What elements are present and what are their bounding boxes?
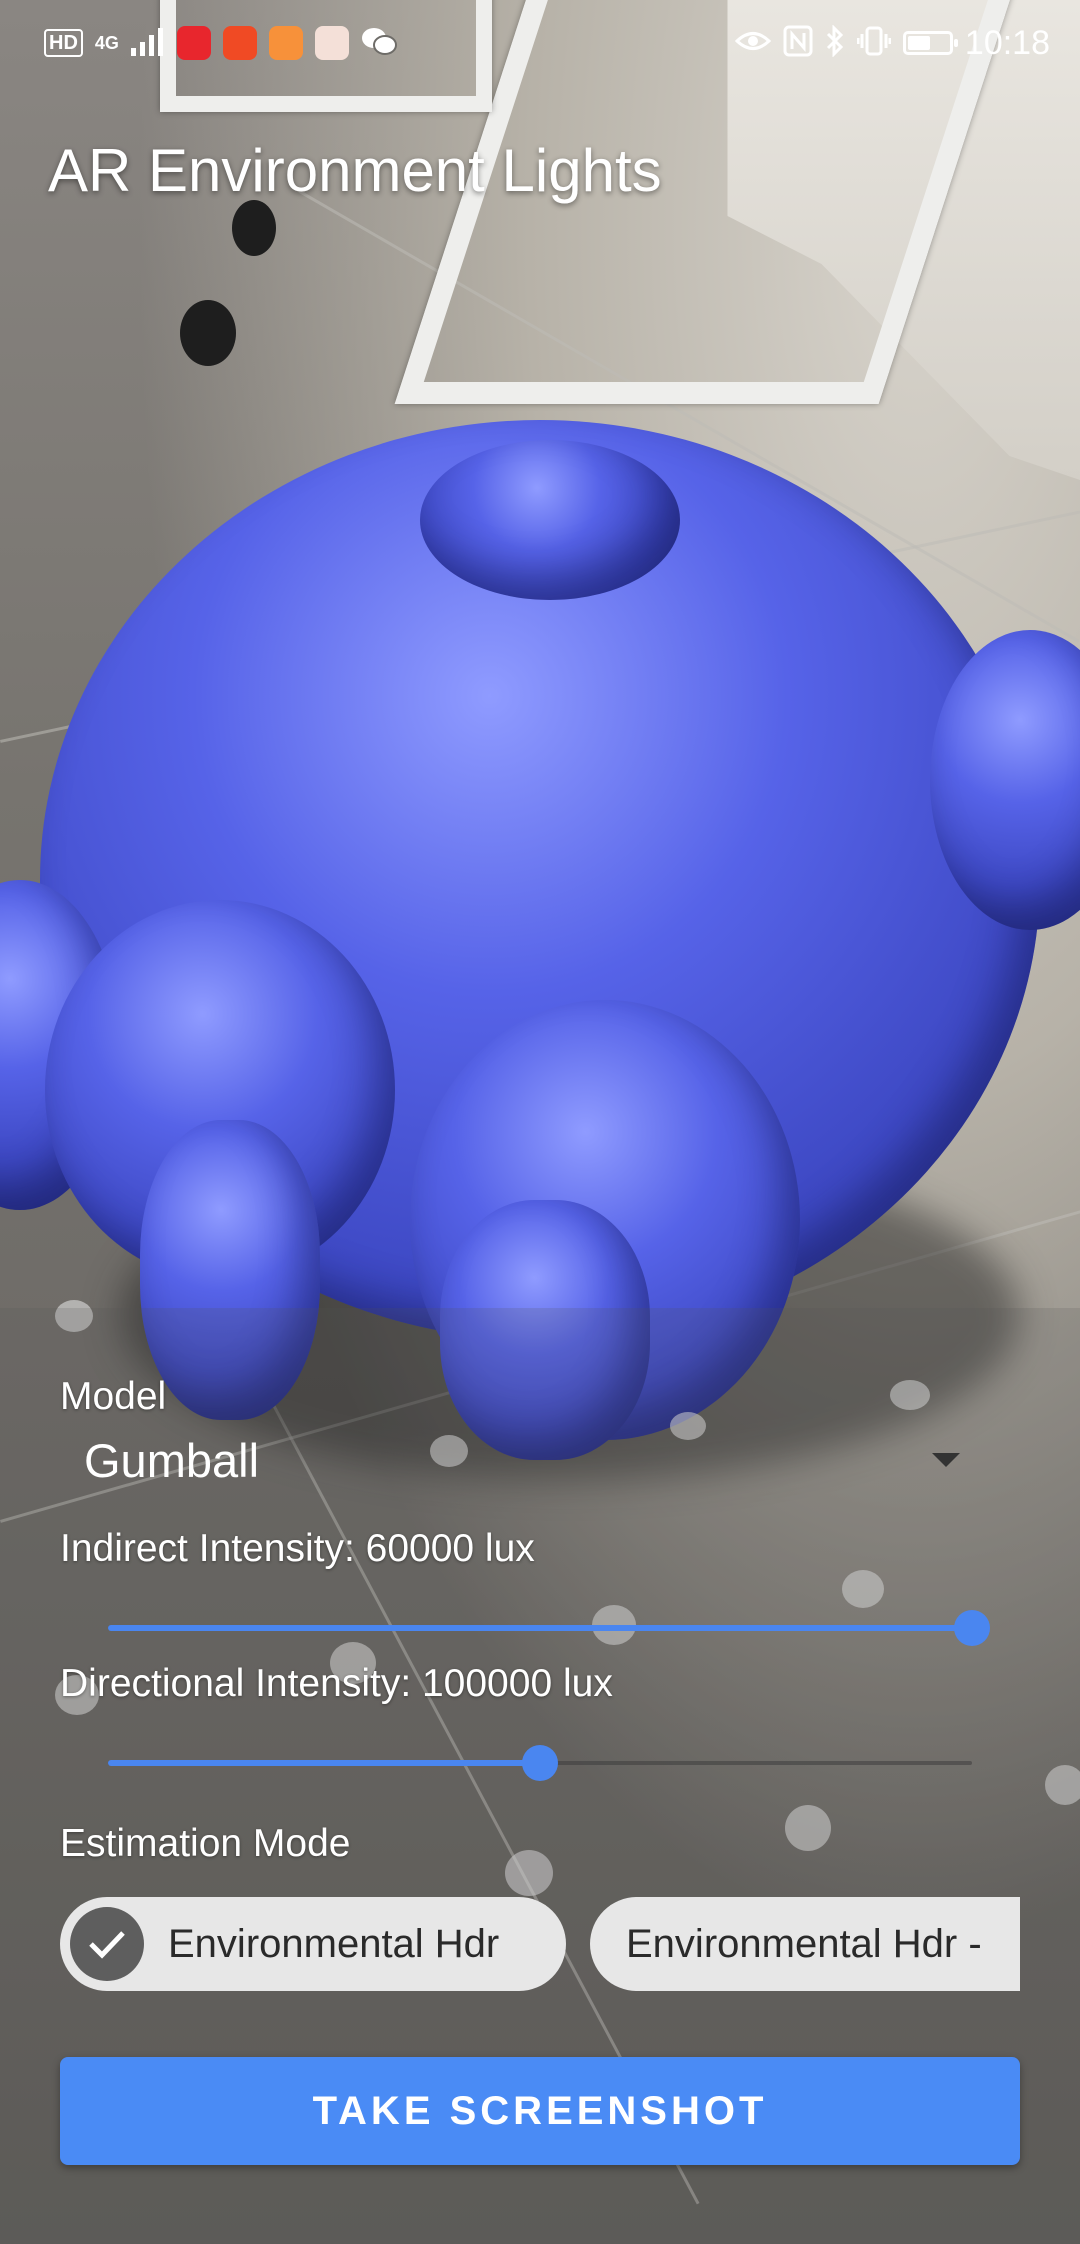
chip-label: Environmental Hdr - xyxy=(626,1921,982,1966)
news-app-icon xyxy=(222,26,257,60)
chip-environmental-hdr[interactable]: Environmental Hdr xyxy=(60,1897,566,1991)
checkmark-icon xyxy=(70,1907,144,1981)
bluetooth-icon xyxy=(825,23,845,62)
battery-level-fill xyxy=(907,36,930,50)
network-type-indicator: 4G xyxy=(94,32,119,53)
dropdown-caret-icon xyxy=(932,1453,960,1467)
chip-environmental-hdr-variant[interactable]: Environmental Hdr - xyxy=(590,1897,1020,1991)
nfc-icon xyxy=(783,25,813,62)
hd-voice-indicator: HD xyxy=(44,29,83,57)
take-screenshot-button[interactable]: TAKE SCREENSHOT xyxy=(60,2057,1020,2165)
status-bar: HD 4G 10:18 xyxy=(0,0,1080,86)
model-dropdown-value: Gumball xyxy=(84,1433,260,1487)
battery-icon xyxy=(902,31,958,55)
indirect-intensity-slider[interactable] xyxy=(108,1608,990,1648)
directional-intensity-slider[interactable] xyxy=(108,1743,972,1783)
page-title: AR Environment Lights xyxy=(48,137,662,204)
directional-intensity-label: Directional Intensity: 100000 lux xyxy=(60,1662,613,1705)
indirect-intensity-label: Indirect Intensity: 60000 lux xyxy=(60,1527,535,1570)
video-app-icon xyxy=(176,26,211,60)
wechat-icon xyxy=(361,26,397,61)
slider-thumb[interactable] xyxy=(954,1610,990,1646)
vibrate-icon xyxy=(856,25,892,62)
estimation-mode-label: Estimation Mode xyxy=(60,1822,351,1865)
slider-active-track xyxy=(108,1625,972,1631)
signal-icon xyxy=(130,26,165,61)
status-bar-left: HD 4G xyxy=(44,26,397,61)
slider-thumb[interactable] xyxy=(522,1745,558,1781)
model-dropdown[interactable]: Gumball xyxy=(60,1425,970,1495)
box-app-icon xyxy=(314,26,349,60)
model-ear xyxy=(420,440,680,600)
player-app-icon xyxy=(268,26,303,60)
status-bar-right: 10:18 xyxy=(734,23,1050,63)
gumball-3d-model xyxy=(0,0,1080,1500)
eye-comfort-icon xyxy=(734,28,772,59)
status-time: 10:18 xyxy=(964,23,1050,62)
chip-label: Environmental Hdr xyxy=(168,1921,500,1966)
slider-active-track xyxy=(108,1760,540,1766)
model-label: Model xyxy=(60,1375,167,1418)
